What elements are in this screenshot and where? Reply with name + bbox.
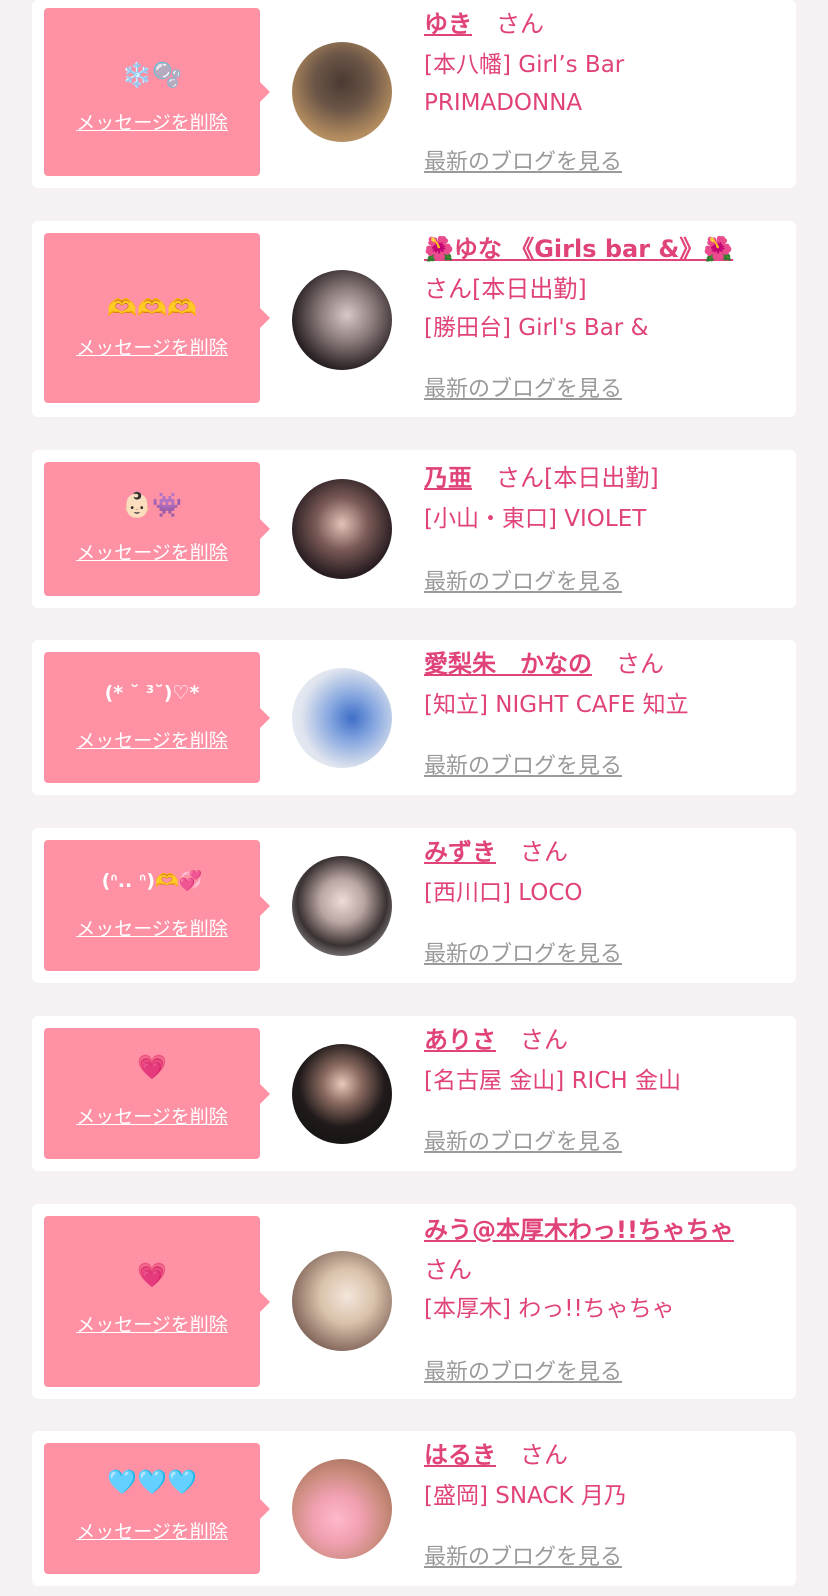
latest-blog-link[interactable]: 最新のブログを見る (424, 144, 622, 176)
avatar[interactable] (292, 1251, 392, 1351)
honorific: さん (424, 275, 472, 303)
shop-name: [盛岡] SNACK 月乃 (424, 1483, 627, 1509)
girl-name-link[interactable]: みずき (424, 838, 496, 866)
message-bubble: (* ˘ ³˘)♡* メッセージを削除 (44, 652, 270, 783)
delete-message-link[interactable]: メッセージを削除 (44, 333, 260, 360)
latest-blog-link[interactable]: 最新のブログを見る (424, 748, 622, 780)
girl-name-link[interactable]: 🌺ゆな 《Girls bar &》🌺 (424, 235, 733, 263)
message-bubble: 🫶🫶🫶 メッセージを削除 (44, 233, 270, 403)
delete-message-link[interactable]: メッセージを削除 (44, 1310, 260, 1337)
message-bubble: 👶🏻👾 メッセージを削除 (44, 462, 270, 596)
honorific: さん (496, 10, 544, 38)
delete-message-link[interactable]: メッセージを削除 (44, 914, 260, 941)
shop-name: [西川口] LOCO (424, 880, 583, 906)
avatar[interactable] (292, 668, 392, 768)
delete-message-link[interactable]: メッセージを削除 (44, 1517, 260, 1544)
message-card: 💗 メッセージを削除 ありさ さん [名古屋 金山] RICH 金山 最新のブロ… (32, 1016, 796, 1171)
girl-name-link[interactable]: 愛梨朱 かなの (424, 650, 592, 678)
message-bubble: 💗 メッセージを削除 (44, 1216, 270, 1387)
message-bubble: 🩵🩵🩵 メッセージを削除 (44, 1443, 270, 1574)
shop-name: [小山・東口] VIOLET (424, 506, 647, 532)
latest-blog-link[interactable]: 最新のブログを見る (424, 1539, 622, 1571)
shop-name: [知立] NIGHT CAFE 知立 (424, 692, 689, 718)
shop-name: [本厚木] わっ!!ちゃちゃ (424, 1296, 675, 1322)
message-text: (* ˘ ³˘)♡* (104, 682, 200, 704)
honorific: さん (520, 1441, 568, 1469)
honorific: さん (616, 650, 664, 678)
message-text: 💗 (137, 1261, 167, 1289)
delete-message-link[interactable]: メッセージを削除 (44, 108, 260, 135)
girl-name-link[interactable]: ありさ (424, 1026, 496, 1054)
girl-name-link[interactable]: 乃亜 (424, 464, 472, 492)
girl-name-link[interactable]: はるき (424, 1441, 496, 1469)
honorific: さん (520, 1026, 568, 1054)
latest-blog-link[interactable]: 最新のブログを見る (424, 371, 622, 403)
message-card: 💗 メッセージを削除 みう@本厚木わっ!!ちゃちゃ さん [本厚木] わっ!!ち… (32, 1204, 796, 1399)
message-bubble: (ᐢ.. ᐢ)🫶💞 メッセージを削除 (44, 840, 270, 971)
message-card: ❄️🫧 メッセージを削除 ゆき さん [本八幡] Girl’s Bar PRIM… (32, 0, 796, 188)
honorific: さん (520, 838, 568, 866)
message-text: 👶🏻👾 (122, 491, 182, 519)
avatar[interactable] (292, 270, 392, 370)
avatar[interactable] (292, 42, 392, 142)
message-text: 🫶🫶🫶 (107, 294, 197, 322)
message-card: 🩵🩵🩵 メッセージを削除 はるき さん [盛岡] SNACK 月乃 最新のブログ… (32, 1431, 796, 1586)
delete-message-link[interactable]: メッセージを削除 (44, 726, 260, 753)
message-bubble: ❄️🫧 メッセージを削除 (44, 8, 270, 176)
avatar[interactable] (292, 856, 392, 956)
message-text: (ᐢ.. ᐢ)🫶💞 (101, 870, 203, 892)
girl-name-link[interactable]: ゆき (424, 10, 472, 38)
shop-name: [勝田台] Girl's Bar & (424, 315, 649, 341)
message-text: ❄️🫧 (122, 61, 182, 89)
message-card: 🫶🫶🫶 メッセージを削除 🌺ゆな 《Girls bar &》🌺 さん[本日出勤]… (32, 221, 796, 417)
shop-name: [本八幡] Girl’s Bar PRIMADONNA (424, 52, 625, 116)
message-card: 👶🏻👾 メッセージを削除 乃亜 さん[本日出勤] [小山・東口] VIOLET … (32, 450, 796, 608)
girl-name-link[interactable]: みう@本厚木わっ!!ちゃちゃ (424, 1216, 734, 1244)
avatar[interactable] (292, 1459, 392, 1559)
honorific: さん (496, 464, 544, 492)
message-text: 💗 (137, 1053, 167, 1081)
status-tag: [本日出勤] (472, 275, 587, 303)
message-card: (ᐢ.. ᐢ)🫶💞 メッセージを削除 みずき さん [西川口] LOCO 最新の… (32, 828, 796, 983)
avatar[interactable] (292, 479, 392, 579)
message-bubble: 💗 メッセージを削除 (44, 1028, 270, 1159)
latest-blog-link[interactable]: 最新のブログを見る (424, 564, 622, 596)
latest-blog-link[interactable]: 最新のブログを見る (424, 1354, 622, 1386)
latest-blog-link[interactable]: 最新のブログを見る (424, 936, 622, 968)
delete-message-link[interactable]: メッセージを削除 (44, 538, 260, 565)
delete-message-link[interactable]: メッセージを削除 (44, 1102, 260, 1129)
status-tag: [本日出勤] (544, 464, 659, 492)
message-text: 🩵🩵🩵 (107, 1468, 197, 1496)
honorific: さん (424, 1256, 472, 1284)
shop-name: [名古屋 金山] RICH 金山 (424, 1068, 681, 1094)
message-card: (* ˘ ³˘)♡* メッセージを削除 愛梨朱 かなの さん [知立] NIGH… (32, 640, 796, 795)
latest-blog-link[interactable]: 最新のブログを見る (424, 1124, 622, 1156)
avatar[interactable] (292, 1044, 392, 1144)
